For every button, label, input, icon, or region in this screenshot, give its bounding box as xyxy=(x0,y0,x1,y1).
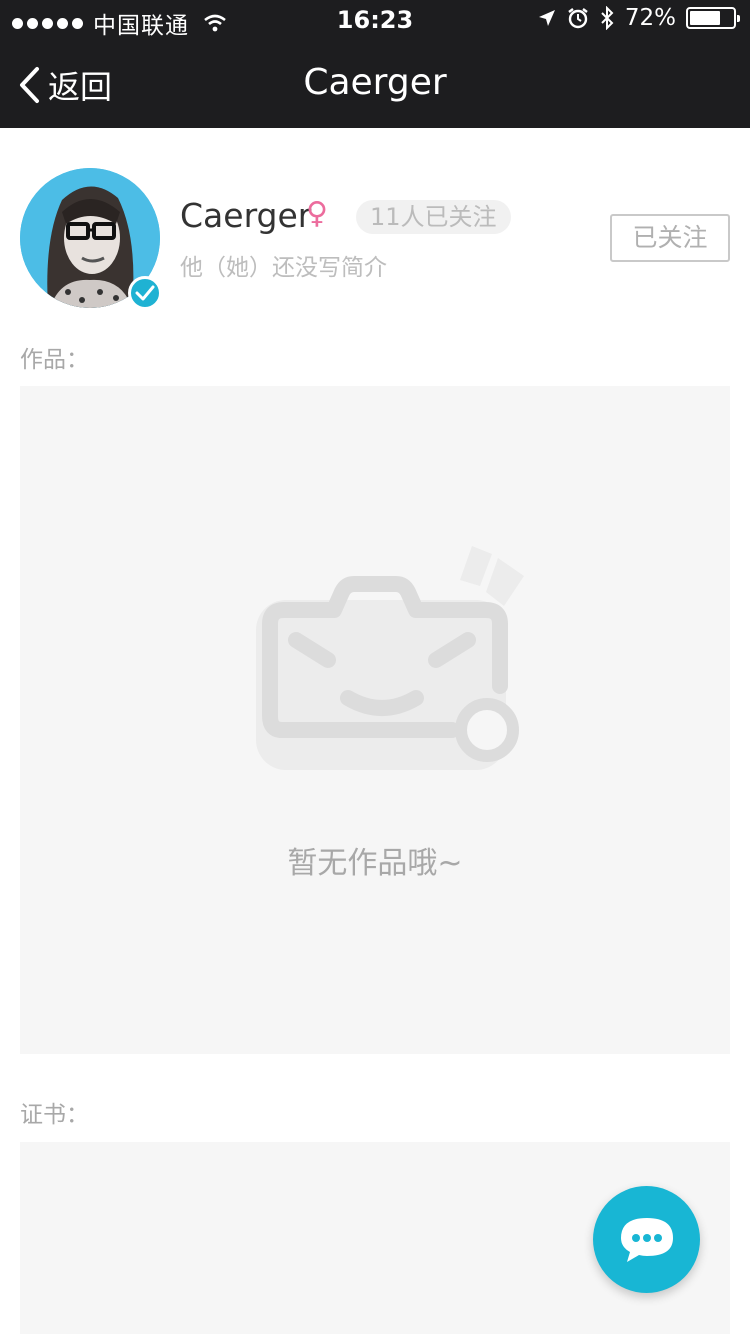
certificates-section-label: 证书： xyxy=(20,1102,89,1128)
battery-icon xyxy=(686,7,740,29)
works-section-label: 作品： xyxy=(20,347,89,373)
empty-camera-icon xyxy=(256,546,524,770)
chat-button[interactable] xyxy=(593,1186,700,1293)
follower-count-badge: 11人已关注 xyxy=(356,200,511,234)
works-empty-panel: 暂无作品哦~ xyxy=(20,386,730,1054)
works-empty-text: 暂无作品哦~ xyxy=(287,846,463,881)
status-bar: 中国联通 16:23 72% xyxy=(0,0,750,40)
bluetooth-icon xyxy=(601,6,614,30)
chat-icon xyxy=(620,1217,673,1262)
battery-percent: 72% xyxy=(624,5,676,31)
location-icon xyxy=(538,10,555,26)
top-bar: 中国联通 16:23 72% 返回 Caerger xyxy=(0,0,750,128)
alarm-icon xyxy=(568,8,588,29)
user-bio: 他（她）还没写简介 xyxy=(180,255,387,281)
profile-header: Caerger ♀ 11人已关注 他（她）还没写简介 已关注 xyxy=(0,128,750,328)
female-gender-icon: ♀ xyxy=(306,196,328,231)
page-title: Caerger xyxy=(303,62,447,103)
nav-bar: 返回 Caerger xyxy=(0,40,750,128)
battery-fill xyxy=(690,11,721,25)
status-right: 72% xyxy=(537,5,740,31)
verified-icon xyxy=(128,276,162,310)
profile-screen: 中国联通 16:23 72% 返回 Caerger Caerger ♀ 11人已… xyxy=(0,0,750,1334)
user-name: Caerger xyxy=(180,196,312,235)
follow-button[interactable]: 已关注 xyxy=(610,214,730,262)
